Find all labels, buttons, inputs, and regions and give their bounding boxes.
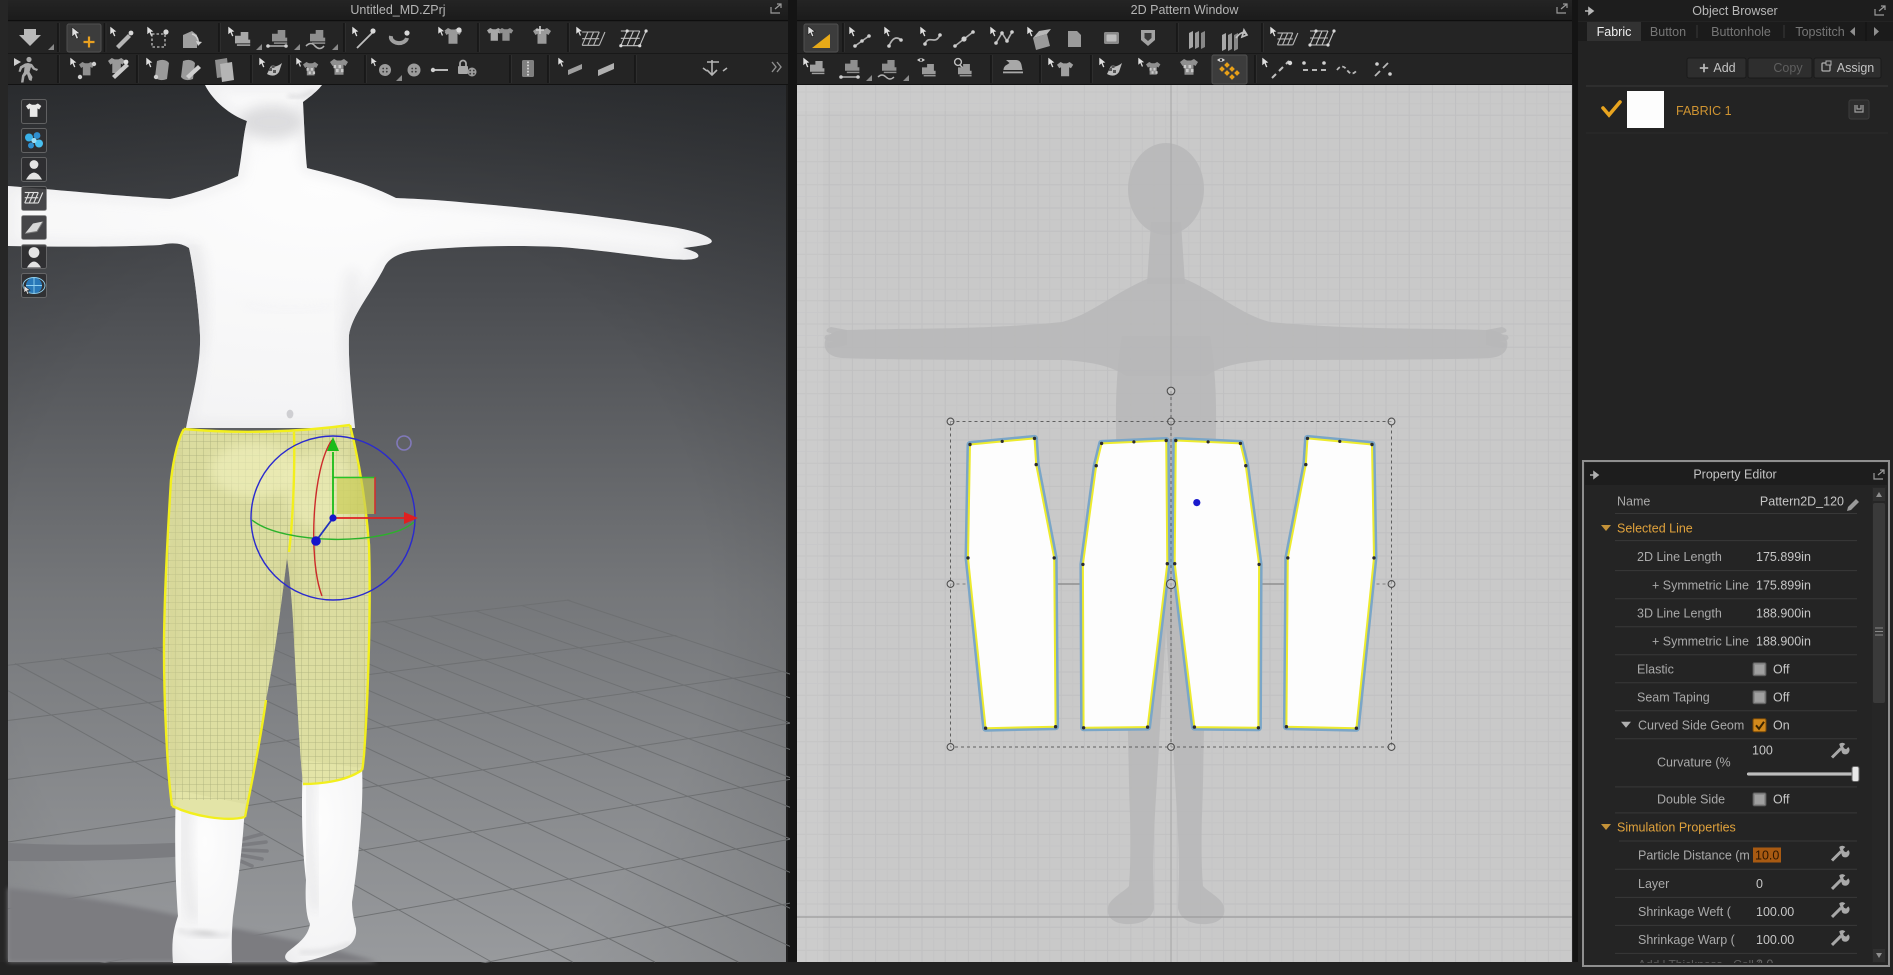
svg-text:Off: Off: [1773, 792, 1790, 806]
svg-text:+ Symmetric Line: + Symmetric Line: [1652, 634, 1749, 648]
svg-text:Shrinkage Weft (: Shrinkage Weft (: [1638, 905, 1732, 919]
svg-text:188.900in: 188.900in: [1756, 634, 1811, 648]
svg-text:Simulation Properties: Simulation Properties: [1617, 821, 1736, 835]
svg-text:175.899in: 175.899in: [1756, 578, 1811, 592]
svg-text:Off: Off: [1773, 662, 1790, 676]
svg-text:Object Browser: Object Browser: [1692, 4, 1777, 18]
svg-text:Topstitch: Topstitch: [1795, 25, 1844, 39]
svg-text:Selected Line: Selected Line: [1617, 522, 1693, 536]
svg-text:+ Symmetric Line: + Symmetric Line: [1652, 578, 1749, 592]
svg-text:Curvature (%: Curvature (%: [1657, 756, 1731, 770]
svg-text:FABRIC 1: FABRIC 1: [1676, 104, 1732, 118]
svg-text:Assign: Assign: [1837, 61, 1875, 75]
svg-text:100.00: 100.00: [1756, 933, 1794, 947]
svg-text:Off: Off: [1773, 690, 1790, 704]
svg-text:Fabric: Fabric: [1597, 25, 1632, 39]
svg-text:100.00: 100.00: [1756, 905, 1794, 919]
svg-text:175.899in: 175.899in: [1756, 550, 1811, 564]
svg-text:Buttonhole: Buttonhole: [1711, 25, 1771, 39]
svg-text:Shrinkage Warp (: Shrinkage Warp (: [1638, 933, 1736, 947]
svg-text:Elastic: Elastic: [1637, 662, 1674, 676]
svg-text:On: On: [1773, 718, 1790, 732]
svg-text:Curved Side Geom: Curved Side Geom: [1638, 718, 1744, 732]
svg-text:Name: Name: [1617, 495, 1650, 509]
svg-text:188.900in: 188.900in: [1756, 606, 1811, 620]
svg-text:0: 0: [1756, 877, 1763, 891]
svg-text:3D Line Length: 3D Line Length: [1637, 606, 1722, 620]
svg-text:Copy: Copy: [1773, 61, 1803, 75]
svg-text:Particle Distance (m: Particle Distance (m: [1638, 849, 1750, 863]
svg-text:Double Side: Double Side: [1657, 792, 1725, 806]
svg-text:Add: Add: [1713, 61, 1735, 75]
svg-text:Layer: Layer: [1638, 877, 1669, 891]
svg-text:Seam Taping: Seam Taping: [1637, 690, 1710, 704]
svg-text:100: 100: [1752, 744, 1773, 758]
svg-text:10.0: 10.0: [1755, 849, 1779, 863]
svg-text:Property Editor: Property Editor: [1693, 468, 1776, 482]
svg-text:2D Line Length: 2D Line Length: [1637, 550, 1722, 564]
svg-text:Button: Button: [1650, 25, 1686, 39]
svg-text:Pattern2D_120: Pattern2D_120: [1760, 495, 1844, 509]
